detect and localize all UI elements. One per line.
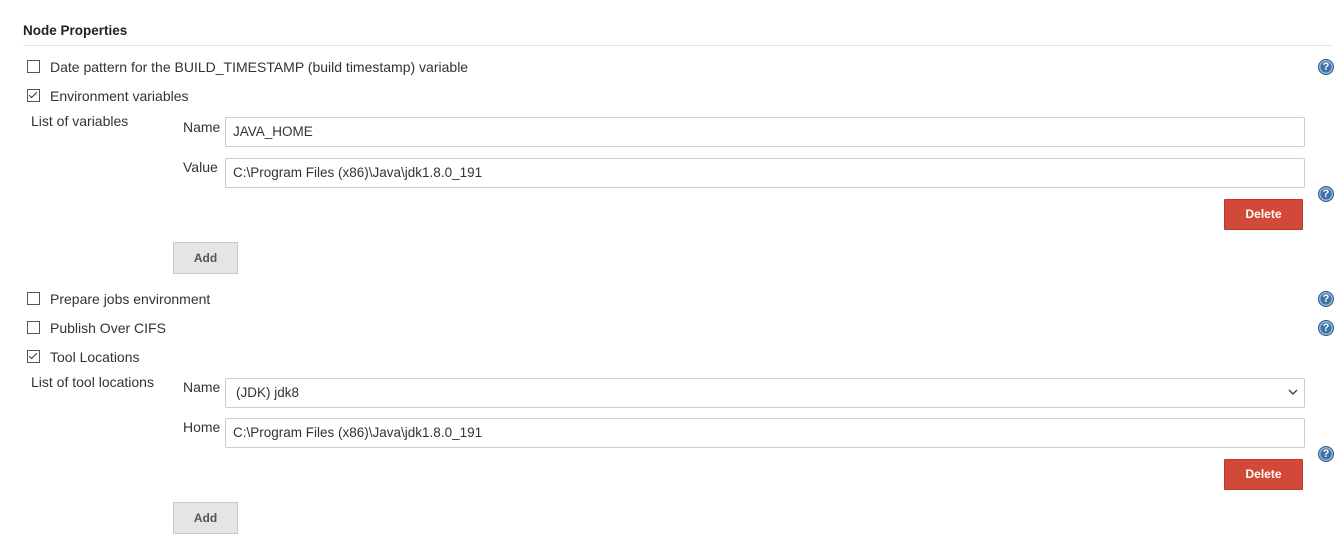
prepare-jobs-help-icon[interactable]: ? xyxy=(1318,291,1334,307)
tool-locations-label: Tool Locations xyxy=(50,349,140,365)
prepare-jobs-label: Prepare jobs environment xyxy=(50,291,211,307)
publish-cifs-checkbox[interactable] xyxy=(27,321,40,334)
env-delete-button[interactable]: Delete xyxy=(1224,199,1303,230)
tool-locations-help-icon[interactable]: ? xyxy=(1318,446,1334,462)
date-pattern-checkbox[interactable] xyxy=(27,60,40,73)
tool-name-label: Name xyxy=(183,379,221,395)
list-of-variables-label: List of variables xyxy=(31,113,129,129)
tool-name-selected-value: (JDK) jdk8 xyxy=(236,385,300,400)
publish-cifs-label: Publish Over CIFS xyxy=(50,320,166,336)
tool-home-label: Home xyxy=(183,419,221,435)
chevron-down-icon xyxy=(1288,389,1298,395)
section-divider xyxy=(23,45,1333,46)
tool-delete-button[interactable]: Delete xyxy=(1224,459,1303,490)
list-of-tool-locations-label: List of tool locations xyxy=(31,374,154,390)
env-vars-label: Environment variables xyxy=(50,88,189,104)
env-vars-help-icon[interactable]: ? xyxy=(1318,186,1334,202)
tool-name-select[interactable]: (JDK) jdk8 xyxy=(225,378,1305,408)
publish-cifs-help-icon[interactable]: ? xyxy=(1318,320,1334,336)
env-vars-checkbox[interactable] xyxy=(27,89,40,102)
env-value-label: Value xyxy=(183,159,218,175)
prepare-jobs-checkbox[interactable] xyxy=(27,292,40,305)
section-title: Node Properties xyxy=(23,23,128,38)
env-name-label: Name xyxy=(183,119,221,135)
env-name-input[interactable]: JAVA_HOME xyxy=(225,117,1305,147)
date-pattern-help-icon[interactable]: ? xyxy=(1318,59,1334,75)
tool-locations-checkbox[interactable] xyxy=(27,350,40,363)
env-value-input[interactable]: C:\Program Files (x86)\Java\jdk1.8.0_191 xyxy=(225,158,1305,188)
env-add-button[interactable]: Add xyxy=(173,242,238,274)
date-pattern-label: Date pattern for the BUILD_TIMESTAMP (bu… xyxy=(50,59,469,75)
tool-home-input[interactable]: C:\Program Files (x86)\Java\jdk1.8.0_191 xyxy=(225,418,1305,448)
tool-add-button[interactable]: Add xyxy=(173,502,238,534)
